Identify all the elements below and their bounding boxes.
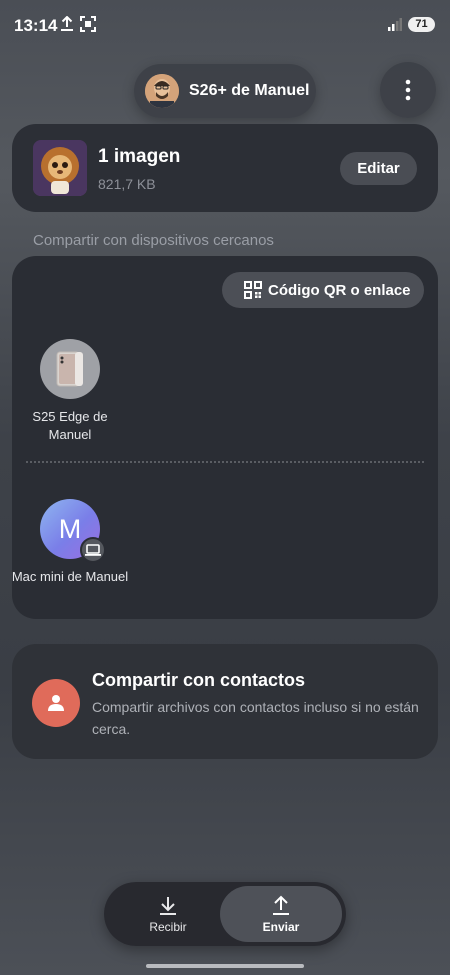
contacts-title: Compartir con contactos <box>92 670 306 690</box>
receive-label: Recibir <box>149 920 187 934</box>
share-with-contacts-card[interactable]: Compartir con contactos Compartir archiv… <box>12 644 438 759</box>
upload-status-icon <box>60 15 74 37</box>
status-bar: 13:14 71 <box>0 0 450 50</box>
file-count-title: 1 imagen <box>98 146 181 167</box>
receive-tab[interactable]: Recibir <box>110 886 226 942</box>
battery-indicator: 71 <box>408 17 435 32</box>
signal-icon <box>388 17 402 36</box>
send-tab[interactable]: Enviar <box>220 886 342 942</box>
edit-button[interactable]: Editar <box>340 152 417 185</box>
mac-device-avatar: M <box>40 499 106 563</box>
nearby-section-label: Compartir con dispositivos cercanos <box>33 232 274 249</box>
more-options-button[interactable] <box>380 62 436 118</box>
home-indicator[interactable] <box>146 964 304 968</box>
qr-code-link-button[interactable]: Código QR o enlace <box>222 272 424 308</box>
divider <box>26 461 424 463</box>
file-size: 821,7 KB <box>98 176 156 192</box>
nearby-devices-card: Código QR o enlace S25 Edge de Manuel M … <box>12 256 438 619</box>
more-vert-icon <box>405 79 411 101</box>
screenshot-status-icon <box>80 16 96 37</box>
image-thumbnail[interactable] <box>33 140 87 196</box>
contacts-description: Compartir archivos con contactos incluso… <box>92 699 419 737</box>
nearby-device-mac-mini[interactable]: M Mac mini de Manuel <box>10 499 130 586</box>
phone-icon <box>56 351 83 387</box>
device-label: Mac mini de Manuel <box>11 569 129 584</box>
send-label: Enviar <box>262 920 300 934</box>
status-time: 13:14 <box>14 16 58 35</box>
file-card: 1 imagen 821,7 KB Editar <box>12 124 438 212</box>
device-label: S25 Edge de Manuel <box>32 409 108 442</box>
nearby-device-s25[interactable]: S25 Edge de Manuel <box>10 339 130 444</box>
upload-icon <box>220 895 342 917</box>
download-icon <box>110 895 226 917</box>
phone-device-avatar <box>40 339 100 399</box>
device-name: S26+ de Manuel <box>189 82 310 99</box>
person-icon <box>32 679 80 727</box>
device-selector[interactable]: S26+ de Manuel <box>134 64 316 118</box>
bottom-navigation: Recibir Enviar <box>104 882 346 946</box>
avatar-initial: M <box>58 513 82 544</box>
laptop-icon <box>80 537 106 563</box>
qr-code-icon <box>244 281 262 299</box>
avatar <box>145 74 179 108</box>
qr-button-label: Código QR o enlace <box>268 281 411 299</box>
